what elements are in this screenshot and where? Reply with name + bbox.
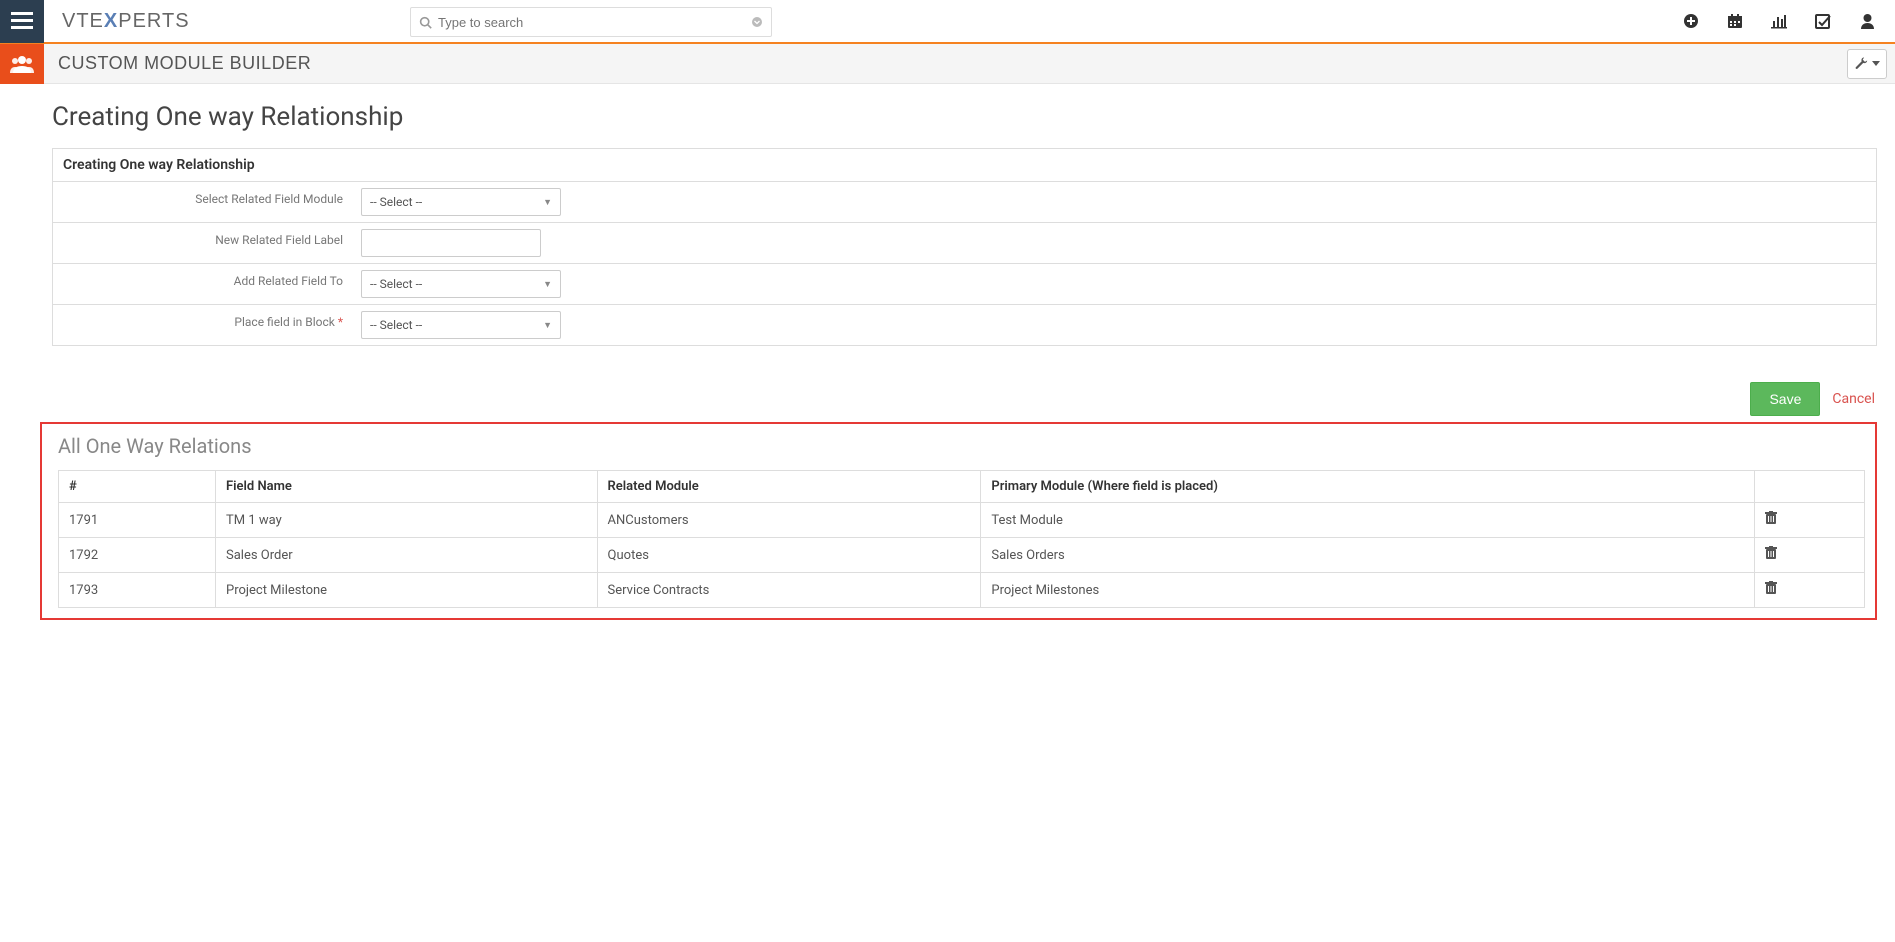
chevron-down-icon[interactable] [751,16,763,28]
cell-num: 1792 [59,538,216,573]
new-related-field-label-input[interactable] [361,229,541,257]
row-place-field-in-block: Place field in Block * -- Select -- ▼ [53,305,1876,345]
logo-post: PERTS [118,10,189,32]
col-field-name: Field Name [216,471,598,503]
cell-actions [1755,538,1865,573]
logo-x: X [104,10,118,32]
col-num: # [59,471,216,503]
table-header-row: # Field Name Related Module Primary Modu… [59,471,1865,503]
cancel-link[interactable]: Cancel [1832,391,1875,407]
user-icon[interactable] [1860,13,1875,29]
global-search[interactable] [410,7,772,37]
logo: VTEXPERTS [62,10,190,33]
menu-toggle[interactable] [0,0,44,43]
save-button[interactable]: Save [1750,382,1820,416]
relations-table: # Field Name Related Module Primary Modu… [58,470,1865,608]
settings-dropdown[interactable] [1847,49,1887,79]
calendar-icon[interactable] [1727,13,1743,29]
page-title: Creating One way Relationship [52,102,1877,132]
select-value: -- Select -- [370,277,422,291]
select-related-field-module[interactable]: -- Select -- ▼ [361,188,561,216]
table-row: 1793 Project Milestone Service Contracts… [59,573,1865,608]
cell-num: 1791 [59,503,216,538]
label-place-field-in-block: Place field in Block * [53,305,353,345]
module-title: CUSTOM MODULE BUILDER [58,53,311,74]
cell-actions [1755,503,1865,538]
add-icon[interactable] [1683,13,1699,29]
sub-header: CUSTOM MODULE BUILDER [0,44,1895,84]
select-arrow-icon: ▼ [543,320,552,331]
select-place-field-in-block[interactable]: -- Select -- ▼ [361,311,561,339]
label-new-related-field-label: New Related Field Label [53,223,353,263]
cell-field-name: TM 1 way [216,503,598,538]
table-row: 1791 TM 1 way ANCustomers Test Module [59,503,1865,538]
row-add-related-field-to: Add Related Field To -- Select -- ▼ [53,264,1876,305]
cell-actions [1755,573,1865,608]
required-marker: * [338,315,343,329]
row-new-related-field-label: New Related Field Label [53,223,1876,264]
search-icon [419,16,432,29]
select-value: -- Select -- [370,318,422,332]
select-add-related-field-to[interactable]: -- Select -- ▼ [361,270,561,298]
caret-down-icon [1872,61,1880,66]
panel-heading: Creating One way Relationship [53,149,1876,182]
cell-primary-module: Test Module [981,503,1755,538]
select-value: -- Select -- [370,195,422,209]
table-row: 1792 Sales Order Quotes Sales Orders [59,538,1865,573]
trash-icon [1765,546,1777,560]
top-icon-bar [1683,13,1895,30]
cell-primary-module: Sales Orders [981,538,1755,573]
users-icon [10,55,34,73]
delete-button[interactable] [1765,511,1777,525]
select-arrow-icon: ▼ [543,197,552,208]
label-select-related-field-module: Select Related Field Module [53,182,353,222]
delete-button[interactable] [1765,581,1777,595]
col-primary-module: Primary Module (Where field is placed) [981,471,1755,503]
cell-related-module: Quotes [597,538,981,573]
col-actions [1755,471,1865,503]
module-icon-box[interactable] [0,44,44,84]
cell-field-name: Project Milestone [216,573,598,608]
cell-related-module: ANCustomers [597,503,981,538]
label-add-related-field-to: Add Related Field To [53,264,353,304]
hamburger-icon [11,12,33,30]
trash-icon [1765,511,1777,525]
cell-related-module: Service Contracts [597,573,981,608]
chart-icon[interactable] [1771,13,1787,29]
col-related-module: Related Module [597,471,981,503]
wrench-icon [1854,57,1868,71]
search-input[interactable] [438,15,751,30]
form-actions: Save Cancel [52,382,1877,416]
delete-button[interactable] [1765,546,1777,560]
main-content: Creating One way Relationship Creating O… [0,84,1895,630]
select-arrow-icon: ▼ [543,279,552,290]
check-icon[interactable] [1815,13,1832,30]
cell-field-name: Sales Order [216,538,598,573]
cell-num: 1793 [59,573,216,608]
form-panel: Creating One way Relationship Select Rel… [52,148,1877,346]
trash-icon [1765,581,1777,595]
relations-title: All One Way Relations [58,434,1865,458]
logo-pre: VTE [62,10,104,32]
row-select-related-field-module: Select Related Field Module -- Select --… [53,182,1876,223]
top-bar: VTEXPERTS [0,0,1895,44]
relations-panel: All One Way Relations # Field Name Relat… [40,422,1877,620]
cell-primary-module: Project Milestones [981,573,1755,608]
